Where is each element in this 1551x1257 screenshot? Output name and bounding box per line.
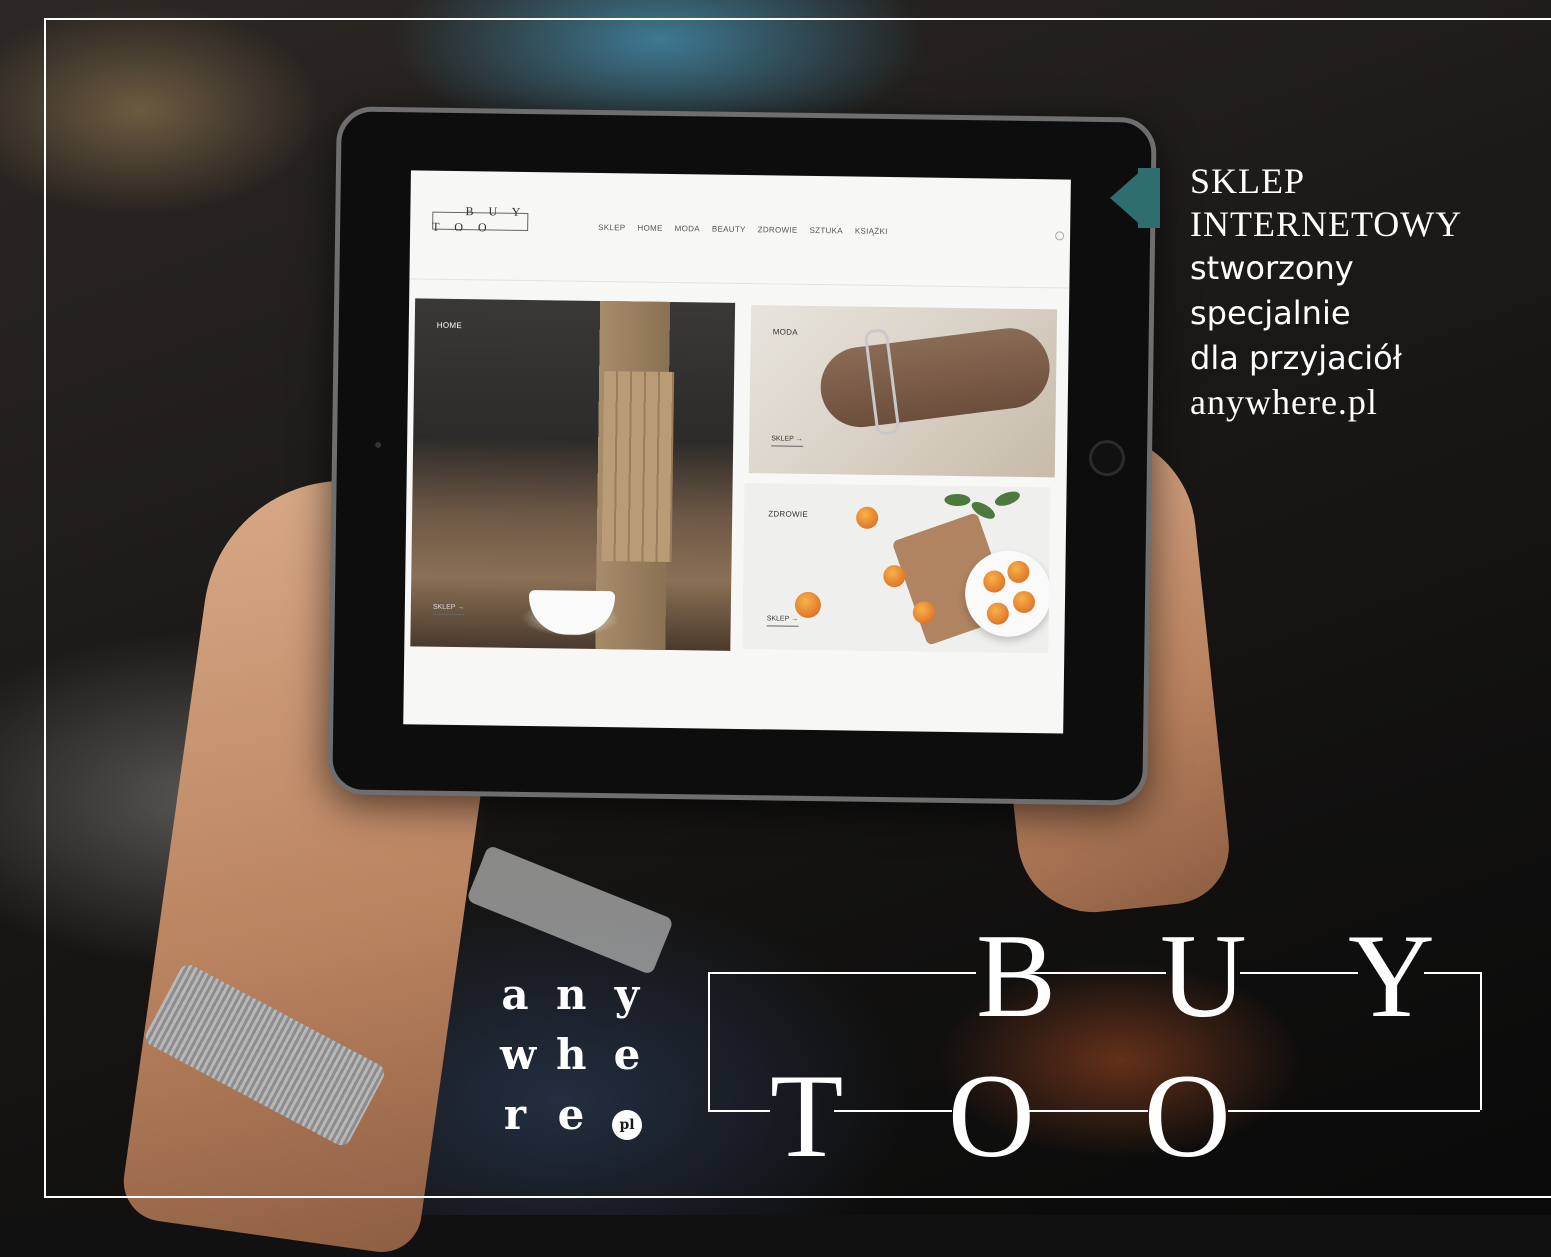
tile-moda-cta[interactable]: SKLEP → — [771, 435, 802, 442]
tile-zdrowie-cta[interactable]: SKLEP → — [767, 615, 798, 622]
logo-letter: e — [557, 1090, 585, 1139]
tagline-line-2: INTERNETOWY — [1190, 204, 1463, 244]
apricot-image — [794, 591, 822, 619]
nav-moda[interactable]: MODA — [675, 224, 700, 233]
anywhere-logo-row-3: r e pl — [500, 1085, 642, 1145]
tile-moda-label: MODA — [772, 327, 798, 337]
logo-letter: h — [556, 1030, 587, 1079]
tagline-line-6: anywhere.pl — [1190, 382, 1378, 422]
anywhere-logo-row-1: a n y — [500, 965, 642, 1025]
tablet-device: B U Y T O O SKLEP HOME MODA BEAUTY ZDROW… — [327, 106, 1157, 806]
tablet-home-button[interactable] — [1088, 439, 1126, 477]
site-logo[interactable]: B U Y T O O — [430, 204, 531, 243]
tagline-line-4: specjalnie — [1190, 294, 1351, 332]
tile-moda[interactable]: MODA SKLEP → — [748, 305, 1058, 478]
tile-zdrowie-label: ZDROWIE — [768, 509, 809, 519]
search-icon[interactable] — [1055, 231, 1065, 241]
buytoo-letter: O — [948, 1049, 1035, 1182]
anywhere-logo: a n y w h e r e pl — [500, 965, 642, 1145]
nav-beauty[interactable]: BEAUTY — [712, 225, 746, 234]
apricot-image — [883, 564, 906, 588]
logo-letter: r — [503, 1090, 527, 1139]
nav-sklep[interactable]: SKLEP — [598, 223, 625, 232]
buytoo-logo: B U Y T O O — [708, 916, 1482, 1182]
tagline-line-1: SKLEP — [1190, 161, 1306, 201]
buytoo-line — [1228, 1110, 1480, 1112]
nav-zdrowie[interactable]: ZDROWIE — [758, 225, 798, 235]
tagline-line-3: stworzony — [1190, 249, 1354, 287]
logo-letter: e — [613, 1030, 641, 1079]
tile-home-cta[interactable]: SKLEP → — [433, 604, 464, 611]
tablet-camera — [375, 441, 382, 448]
bowl-image — [964, 550, 1051, 638]
wood-block-image — [601, 371, 675, 563]
nav-sztuka[interactable]: SZTUKA — [809, 226, 842, 235]
buytoo-line — [1024, 1110, 1148, 1112]
logo-letter: a — [501, 970, 529, 1019]
logo-letter: y — [614, 970, 640, 1019]
buytoo-letter: O — [1144, 1049, 1231, 1182]
tagline: SKLEP INTERNETOWY stworzony specjalnie d… — [1190, 160, 1462, 424]
buytoo-letter: T — [770, 1049, 844, 1182]
nav-home[interactable]: HOME — [637, 224, 662, 233]
arm-image — [816, 323, 1055, 432]
site-header: B U Y T O O SKLEP HOME MODA BEAUTY ZDROW… — [409, 170, 1071, 289]
pl-badge: pl — [612, 1110, 642, 1140]
logo-letter: n — [556, 970, 587, 1019]
buytoo-line — [1240, 972, 1358, 974]
buytoo-line — [708, 972, 976, 974]
tile-home-label: HOME — [436, 320, 463, 331]
logo-row-top: B U Y — [465, 204, 527, 219]
buytoo-letter: U — [1160, 909, 1247, 1042]
logo-row-bottom: T O O — [432, 219, 493, 235]
tile-zdrowie[interactable]: ZDROWIE SKLEP → — [742, 483, 1051, 654]
leaf-image — [993, 488, 1022, 509]
anywhere-logo-row-2: w h e — [500, 1025, 642, 1085]
nav-ksiazki[interactable]: KSIĄŻKI — [855, 227, 888, 236]
buytoo-line — [834, 1110, 952, 1112]
site-nav: SKLEP HOME MODA BEAUTY ZDROWIE SZTUKA KS… — [598, 223, 888, 236]
teal-marker-block — [1138, 168, 1160, 228]
buytoo-letter: Y — [1348, 909, 1435, 1042]
logo-letter: w — [500, 1030, 537, 1079]
logo-letter-badge: pl — [612, 1085, 642, 1145]
tile-home[interactable]: HOME SKLEP → — [410, 298, 736, 651]
tagline-line-5: dla przyjaciół — [1190, 339, 1402, 377]
buytoo-line — [708, 1110, 770, 1112]
apricot-image — [855, 506, 879, 529]
buytoo-letter: B — [976, 909, 1057, 1042]
tablet-screen: B U Y T O O SKLEP HOME MODA BEAUTY ZDROW… — [403, 170, 1071, 734]
coffee-cup-image — [528, 590, 616, 636]
leaf-image — [944, 493, 971, 507]
